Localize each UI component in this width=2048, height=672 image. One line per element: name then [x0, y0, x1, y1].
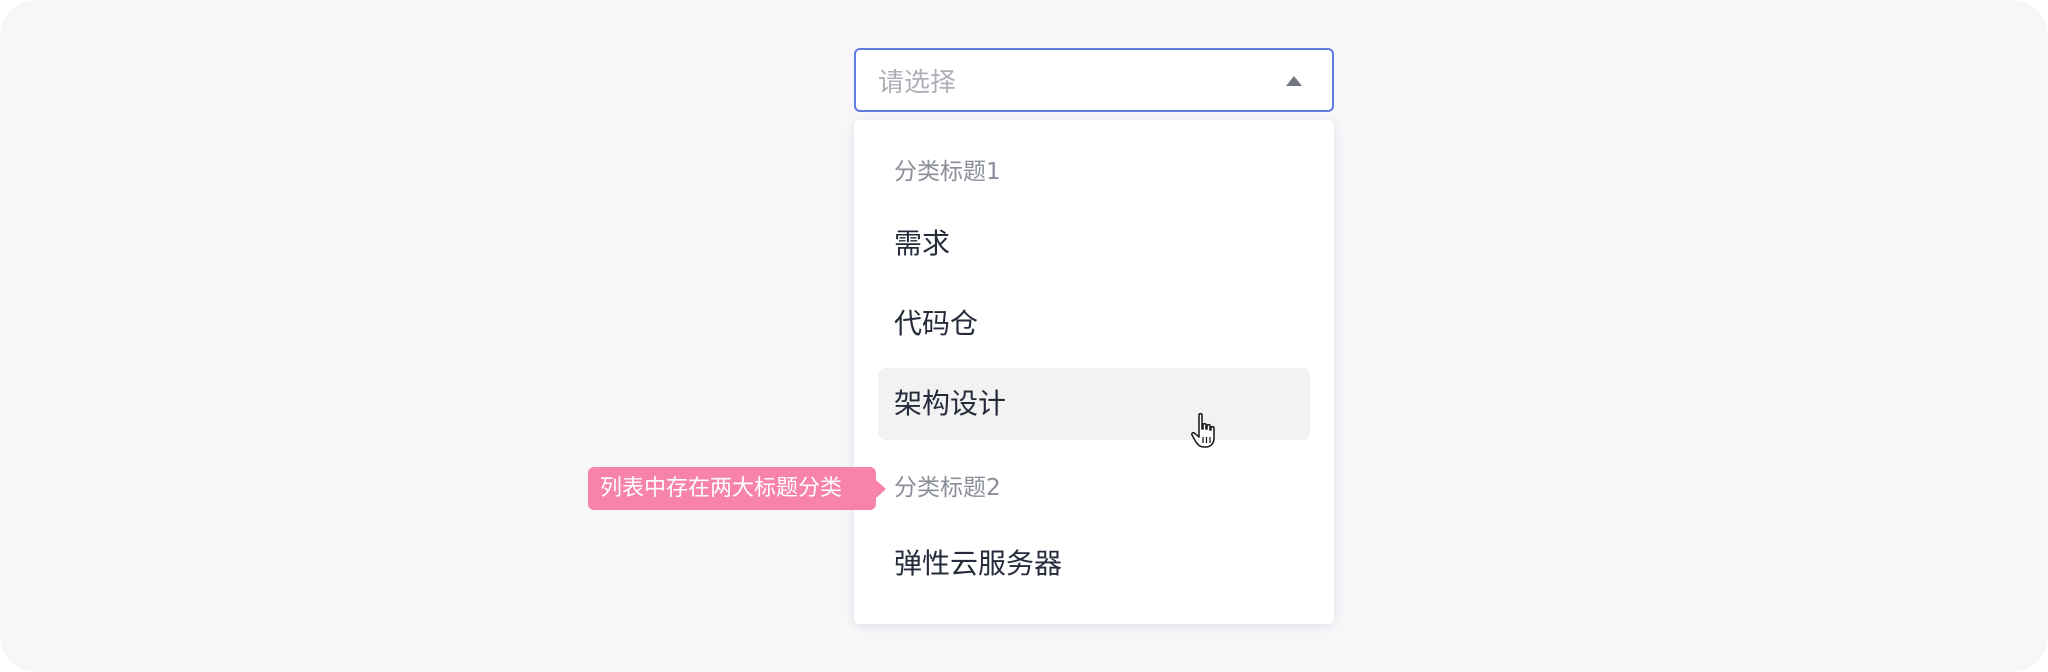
option-code-repo[interactable]: 代码仓 [878, 288, 1310, 360]
group-title-2: 分类标题2 [894, 475, 1001, 501]
option-elastic-cloud-server[interactable]: 弹性云服务器 [878, 528, 1310, 600]
select-dropdown-menu: 分类标题1 需求 代码仓 架构设计 分类标题2 弹性云服务器 [854, 120, 1334, 624]
caret-up-icon[interactable] [1286, 76, 1302, 86]
group-title-1: 分类标题1 [894, 159, 1001, 185]
option-requirement[interactable]: 需求 [878, 208, 1310, 280]
hand-pointer-icon [1191, 412, 1215, 448]
category-select[interactable]: 请选择 [854, 48, 1334, 112]
annotation-callout: 列表中存在两大标题分类 [588, 467, 886, 510]
option-architecture-design[interactable]: 架构设计 [878, 368, 1310, 440]
select-placeholder: 请选择 [878, 67, 957, 98]
